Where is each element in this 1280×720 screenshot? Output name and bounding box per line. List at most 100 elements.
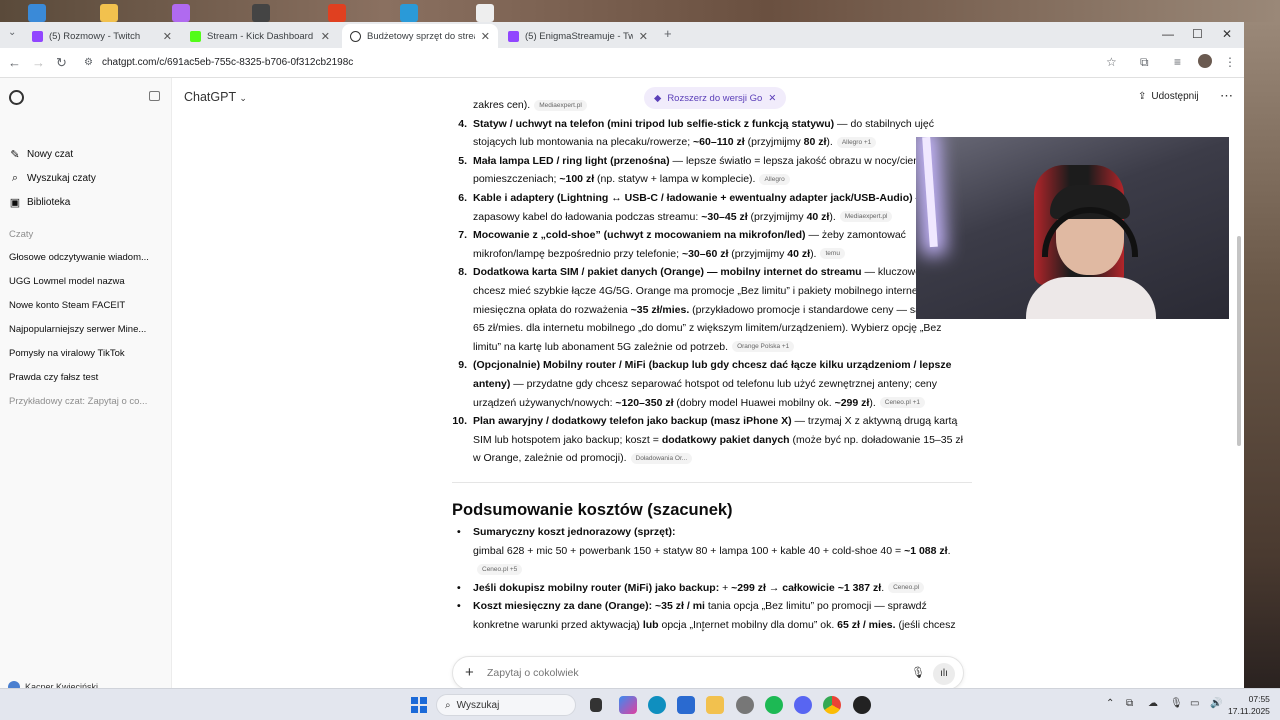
url-field[interactable]: chatgpt.com/c/691ac5eb-755c-8325-b706-0f…	[102, 57, 353, 68]
sidebar-chat-item[interactable]: Nowe konto Steam FACEIT	[9, 300, 159, 311]
task-view-icon[interactable]	[590, 698, 602, 712]
new-chat-button[interactable]: ✎ Nowy czat	[9, 148, 73, 161]
site-info-icon[interactable]: ⚙	[84, 57, 93, 68]
desktop-background	[0, 0, 1280, 22]
sidebar-chat-item[interactable]: UGG Lowmel model nazwa	[9, 276, 159, 287]
item-bold: ~120–350 zł	[615, 396, 674, 409]
source-chip[interactable]: temu	[820, 248, 845, 260]
item-number: 7.	[458, 229, 467, 242]
scrollbar[interactable]	[1236, 96, 1242, 656]
item-bold: 40 zł	[787, 247, 811, 260]
item-text: (jeśli chcesz	[895, 618, 956, 631]
tab-title: (5) EnigmaStreamuje - Twitch	[525, 30, 633, 42]
source-chip[interactable]: Allegro +1	[836, 136, 877, 148]
settings-gear-icon[interactable]	[736, 696, 754, 714]
edge-icon[interactable]	[648, 696, 666, 714]
close-icon[interactable]: ✕	[481, 30, 490, 43]
microphone-tray-icon[interactable]: 🎙	[1170, 698, 1183, 709]
volume-icon[interactable]: 🔊	[1210, 698, 1222, 709]
item-bold: 40 zł	[806, 210, 830, 223]
twitch-icon	[508, 30, 519, 42]
browser-menu-icon[interactable]: ⋮	[1224, 55, 1236, 69]
person-body	[1026, 277, 1156, 319]
close-window-icon[interactable]: ✕	[1222, 27, 1232, 41]
source-chip[interactable]: Allegro	[759, 174, 790, 186]
extensions-icon[interactable]: ⧉	[1140, 55, 1149, 70]
item-text: ).	[829, 210, 836, 223]
microphone-icon[interactable]: 🎙	[911, 666, 925, 679]
close-icon[interactable]: ✕	[639, 30, 648, 43]
scroll-down-arrow-icon[interactable]: ↓	[700, 620, 706, 634]
share-button[interactable]: ⇪ Udostępnij	[1138, 91, 1199, 102]
display-tray-icon[interactable]: ▭	[1190, 698, 1199, 709]
sidebar-toggle-icon[interactable]	[149, 91, 160, 101]
back-arrow-icon[interactable]: ←	[8, 55, 21, 70]
desktop-app-icon[interactable]	[172, 4, 190, 22]
chrome-icon[interactable]	[823, 696, 841, 714]
media-control-icon[interactable]: ≡	[1174, 55, 1181, 69]
tab-kick-dashboard[interactable]: Stream - Kick Dashboard ✕	[182, 24, 338, 48]
file-explorer-icon[interactable]	[706, 696, 724, 714]
close-icon[interactable]: ✕	[321, 30, 330, 43]
source-chip[interactable]: Ceneo.pl +1	[879, 397, 925, 409]
taskbar-clock[interactable]: 07:55 17.11.2025	[1228, 693, 1270, 717]
discord-icon[interactable]	[794, 696, 812, 714]
prompt-input[interactable]	[487, 667, 887, 679]
list-item: Sumaryczny koszt jednorazowy (sprzęt): g…	[452, 523, 972, 578]
sidebar-chat-item[interactable]: Prawda czy fałsz test	[9, 372, 159, 383]
numbered-list: 4. Statyw / uchwyt na telefon (mini tripo…	[452, 115, 972, 468]
copilot-icon[interactable]	[619, 696, 637, 714]
model-selector[interactable]: ChatGPT ⌄	[184, 90, 247, 104]
source-chip[interactable]: Mediaexpert.pl	[534, 99, 587, 111]
voice-mode-icon[interactable]: ılı	[933, 663, 955, 685]
source-chip[interactable]: Doładowania Or...	[630, 453, 693, 464]
source-chip[interactable]: Ceneo.pl	[888, 582, 925, 594]
tray-app-icon[interactable]: ☁	[1148, 698, 1158, 709]
more-options-icon[interactable]: ⋯	[1220, 88, 1233, 104]
tab-twitch-enigma[interactable]: (5) EnigmaStreamuje - Twitch ✕	[500, 24, 656, 48]
desktop-file-icon[interactable]	[476, 4, 494, 22]
item-text: .	[947, 545, 951, 558]
desktop-folder-icon[interactable]	[100, 4, 118, 22]
tab-twitch-rozmowy[interactable]: (5) Rozmowy - Twitch ✕	[24, 24, 180, 48]
desktop-app-icon[interactable]	[28, 4, 46, 22]
desktop-ea-icon[interactable]	[328, 4, 346, 22]
bookmark-star-icon[interactable]: ☆	[1106, 55, 1117, 69]
search-chats-button[interactable]: ⌕ Wyszukaj czaty	[9, 172, 96, 185]
maximize-icon[interactable]: ☐	[1192, 27, 1203, 41]
scrollbar-thumb[interactable]	[1237, 236, 1241, 446]
sidebar-chat-item[interactable]: Pomysły na viralowy TikTok	[9, 348, 159, 359]
library-button[interactable]: ▣ Biblioteka	[9, 196, 71, 209]
windows-start-icon[interactable]	[411, 697, 427, 713]
sidebar-chat-item[interactable]: Głosowe odczytywanie wiadom...	[9, 252, 159, 263]
spotify-icon[interactable]	[765, 696, 783, 714]
store-icon[interactable]	[677, 696, 695, 714]
chatgpt-logo-icon[interactable]	[9, 90, 24, 105]
close-icon[interactable]: ✕	[163, 30, 172, 43]
item-bold: Dodatkowa karta SIM / pakiet danych (Ora…	[473, 266, 862, 279]
list-item: 4. Statyw / uchwyt na telefon (mini tripo…	[452, 115, 972, 152]
desktop-app-icon[interactable]	[400, 4, 418, 22]
forward-arrow-icon[interactable]: →	[32, 55, 45, 70]
reload-icon[interactable]: ↻	[56, 55, 67, 71]
tray-chevron-icon[interactable]: ⌃	[1106, 698, 1114, 709]
desktop-app-icon[interactable]	[252, 4, 270, 22]
sidebar-chat-item[interactable]: Najpopularniejszy serwer Mine...	[9, 324, 159, 335]
item-text: +	[719, 581, 732, 594]
item-bold: ~1 088 zł	[904, 545, 948, 558]
obs-icon[interactable]	[853, 696, 871, 714]
new-tab-plus-icon[interactable]: +	[664, 26, 672, 41]
tab-list-chevron-icon[interactable]: ⌄	[8, 27, 16, 38]
sidebar-chat-item[interactable]: Przykładowy czat: Zapytaj o co...	[9, 396, 159, 407]
minimize-icon[interactable]: —	[1162, 27, 1174, 41]
attach-plus-icon[interactable]: +	[465, 664, 474, 681]
list-item: 5. Mała lampa LED / ring light (przenośna…	[452, 152, 972, 189]
source-chip[interactable]: Ceneo.pl +5	[477, 564, 523, 576]
source-chip[interactable]: Mediaexpert.pl	[839, 211, 893, 223]
taskbar-search[interactable]: ⌕ Wyszukaj	[436, 694, 576, 716]
source-chip[interactable]: Orange Polska +1	[732, 341, 795, 353]
tray-app-icon[interactable]: ⧉	[1126, 698, 1133, 709]
clock-date: 17.11.2025	[1228, 706, 1270, 716]
tab-chatgpt-active[interactable]: Budżetowy sprzęt do streaming ✕	[342, 24, 498, 48]
profile-avatar[interactable]	[1198, 54, 1212, 68]
